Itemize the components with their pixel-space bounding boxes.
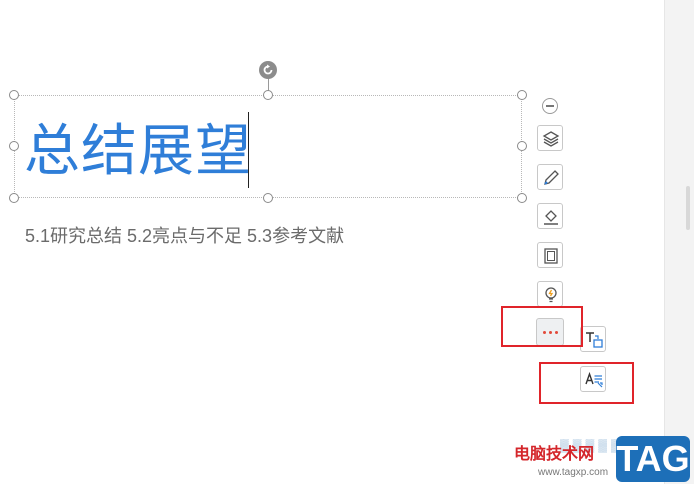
pen-icon [544,170,559,185]
collapse-icon[interactable] [542,98,558,114]
frame-icon [544,248,558,264]
highlight-text-style-button [539,362,634,404]
watermark-url: www.tagxp.com [538,467,609,478]
resize-handle-bottom-left[interactable] [9,193,19,203]
lightbulb-button[interactable] [537,281,563,307]
resize-handle-bottom-right[interactable] [517,193,527,203]
fill-button[interactable] [537,203,563,229]
text-box-button[interactable] [580,326,606,352]
text-caret [248,112,249,188]
lightbulb-icon [545,287,557,303]
text-box-icon [586,332,603,348]
layers-button[interactable] [537,125,563,151]
tag-badge-logo: TAG [616,436,690,482]
rotate-handle-icon[interactable] [259,61,277,79]
resize-handle-top-left[interactable] [9,90,19,100]
resize-handle-bottom[interactable] [263,193,273,203]
resize-handle-left[interactable] [9,141,19,151]
resize-handle-right[interactable] [517,141,527,151]
slide-subtitle[interactable]: 5.1研究总结 5.2亮点与不足 5.3参考文献 [25,224,344,248]
highlight-more-button [501,306,583,347]
scrollbar-thumb[interactable] [686,186,690,230]
resize-handle-top-right[interactable] [517,90,527,100]
pen-button[interactable] [537,164,563,190]
fill-icon [544,210,558,225]
resize-handle-top[interactable] [263,90,273,100]
watermark-site-name: 电脑技术网 [514,446,595,463]
frame-button[interactable] [537,242,563,268]
layers-icon [542,131,560,147]
scrollbar-track[interactable] [664,0,694,484]
slide-title[interactable]: 总结展望 [24,116,252,188]
